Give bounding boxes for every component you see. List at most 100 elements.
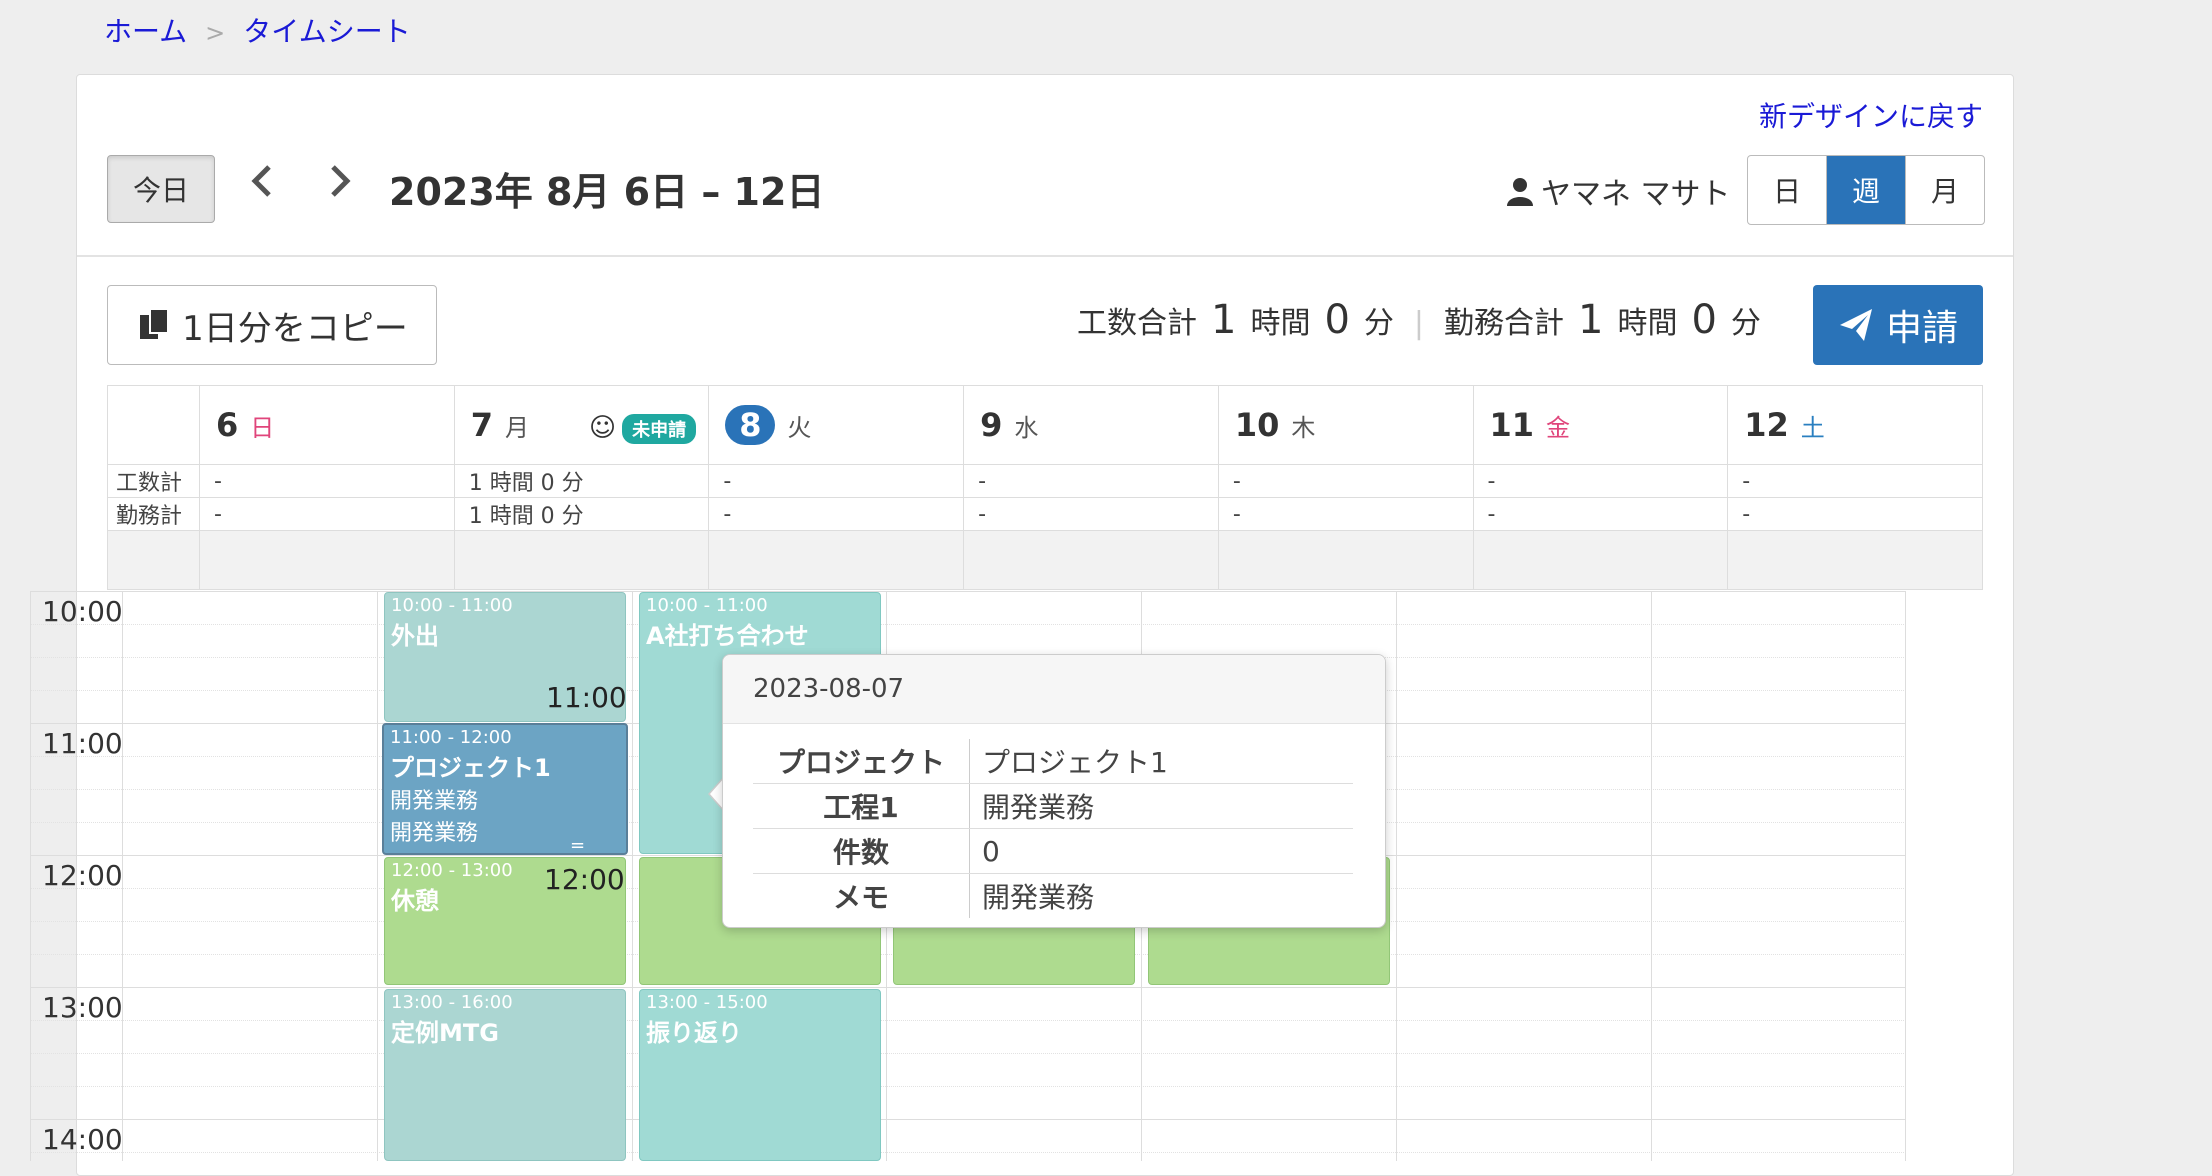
corner-cell <box>107 385 200 465</box>
column-line <box>1651 591 1652 1161</box>
chevron-right-icon[interactable] <box>325 159 355 214</box>
attend-row-label: 勤務計 <box>107 497 200 531</box>
column-line <box>632 591 633 1161</box>
hour-line <box>30 987 1906 988</box>
allday-cell[interactable] <box>199 530 455 590</box>
week-calendar: 6日 7 月 ☺ 未申請 8火 9水 10 木 11 金 12 土 工数計 - 1 時間 0… <box>107 385 1983 590</box>
allday-cell[interactable] <box>1472 530 1729 590</box>
view-week-button[interactable]: 週 <box>1827 156 1906 224</box>
work-cell: - <box>708 464 965 498</box>
work-total-label: 工数合計 <box>1077 306 1197 341</box>
allday-cell[interactable] <box>1727 530 1983 590</box>
attend-cell: 1 時間 0 分 <box>453 497 710 531</box>
attend-cell: - <box>199 497 455 531</box>
breadcrumb-home-link[interactable]: ホーム <box>104 15 187 48</box>
slot-line <box>30 1020 1906 1021</box>
work-minutes-unit: 分 <box>1363 306 1394 341</box>
time-label: 12:00 <box>42 859 123 892</box>
event-project1[interactable]: 11:00 - 12:00 プロジェクト1 開発業務 開発業務 <box>382 723 628 855</box>
attend-cell: - <box>1472 497 1729 531</box>
popover-row: 件数 0 <box>753 828 1353 874</box>
drag-time-bottom: 12:00 <box>544 863 625 896</box>
column-line <box>30 591 31 1161</box>
day-header-11[interactable]: 11 金 <box>1472 385 1729 465</box>
copy-icon <box>140 308 170 339</box>
event-regular-mtg[interactable]: 13:00 - 16:00 定例MTG <box>384 989 626 1161</box>
submit-button[interactable]: 申請 <box>1813 285 1983 365</box>
day-header-7[interactable]: 7 月 ☺ 未申請 <box>453 385 710 465</box>
allday-cell[interactable] <box>1217 530 1474 590</box>
slot-line <box>30 1152 1906 1153</box>
breadcrumb-separator: > <box>205 19 226 47</box>
attend-cell: - <box>1727 497 1983 531</box>
paper-plane-icon <box>1839 309 1872 341</box>
day-header-12[interactable]: 12 土 <box>1727 385 1983 465</box>
chevron-left-icon[interactable] <box>247 159 277 214</box>
breadcrumb-current-link[interactable]: タイムシート <box>243 15 410 48</box>
day-header-6[interactable]: 6日 <box>199 385 455 465</box>
work-cell: 1 時間 0 分 <box>453 464 710 498</box>
attend-total-label: 勤務合計 <box>1444 306 1565 341</box>
drag-time-top: 11:00 <box>546 681 627 714</box>
popover-row: メモ 開発業務 <box>753 873 1353 918</box>
time-label: 10:00 <box>42 595 123 628</box>
totals-summary: 工数合計 1 時間 0 分 | 勤務合計 1 時間 0 分 <box>1077 297 1761 343</box>
time-label: 13:00 <box>42 991 123 1024</box>
date-range-title: 2023年 8月 6日 – 12日 <box>389 170 825 214</box>
work-cell: - <box>1727 464 1983 498</box>
slot-line <box>30 1086 1906 1087</box>
popover-title: 2023-08-07 <box>723 655 1385 724</box>
day-header-10[interactable]: 10 木 <box>1217 385 1474 465</box>
attend-total-minutes: 0 <box>1691 297 1717 343</box>
work-cell: - <box>1217 464 1474 498</box>
attend-cell: - <box>1217 497 1474 531</box>
attend-minutes-unit: 分 <box>1730 306 1761 341</box>
breadcrumb: ホーム > タイムシート <box>104 10 411 50</box>
event-review[interactable]: 13:00 - 15:00 振り返り <box>639 989 881 1161</box>
allday-cell[interactable] <box>453 530 710 590</box>
attend-cell: - <box>963 497 1219 531</box>
attend-hours-unit: 時間 <box>1617 306 1678 341</box>
popover-row: プロジェクト プロジェクト1 <box>753 739 1353 784</box>
slot-line <box>30 1053 1906 1054</box>
view-day-button[interactable]: 日 <box>1748 156 1827 224</box>
allday-cell[interactable] <box>708 530 965 590</box>
column-line <box>377 591 378 1161</box>
time-label: 11:00 <box>42 727 123 760</box>
allday-cell <box>107 530 200 590</box>
column-line <box>1396 591 1397 1161</box>
slot-line <box>30 624 1906 625</box>
new-design-link[interactable]: 新デザインに戻す <box>1759 95 1983 135</box>
status-badge: 未申請 <box>622 414 697 444</box>
time-label: 14:00 <box>42 1123 123 1156</box>
copy-day-button[interactable]: 1日分をコピー <box>107 285 437 365</box>
copy-day-label: 1日分をコピー <box>182 308 408 349</box>
header-divider <box>77 255 2013 257</box>
day-header-9[interactable]: 9水 <box>963 385 1219 465</box>
work-total-hours: 1 <box>1211 297 1237 343</box>
view-month-button[interactable]: 月 <box>1906 156 1984 224</box>
work-hours-unit: 時間 <box>1250 306 1311 341</box>
allday-cell[interactable] <box>963 530 1219 590</box>
today-button[interactable]: 今日 <box>107 155 215 223</box>
totals-separator: | <box>1413 306 1425 341</box>
user-display[interactable]: ヤマネ マサト <box>1505 169 1731 213</box>
attend-cell: - <box>708 497 965 531</box>
event-detail-popover: 2023-08-07 プロジェクト プロジェクト1 工程1 開発業務 件数 0 メモ開… <box>722 654 1386 928</box>
smile-icon: ☺ <box>588 413 617 443</box>
popover-row: 工程1 開発業務 <box>753 783 1353 829</box>
user-icon <box>1507 178 1533 206</box>
view-switcher: 日 週 月 <box>1747 155 1985 225</box>
hour-line <box>30 591 1906 592</box>
resize-handle[interactable]: = <box>570 835 585 856</box>
submit-label: 申請 <box>1885 308 1958 349</box>
work-cell: - <box>199 464 455 498</box>
attend-total-hours: 1 <box>1578 297 1604 343</box>
work-cell: - <box>1472 464 1729 498</box>
work-row-label: 工数計 <box>107 464 200 498</box>
column-line <box>1905 591 1906 1161</box>
hour-line <box>30 1119 1906 1120</box>
work-cell: - <box>963 464 1219 498</box>
day-header-8[interactable]: 8火 <box>708 385 965 465</box>
work-total-minutes: 0 <box>1324 297 1350 343</box>
